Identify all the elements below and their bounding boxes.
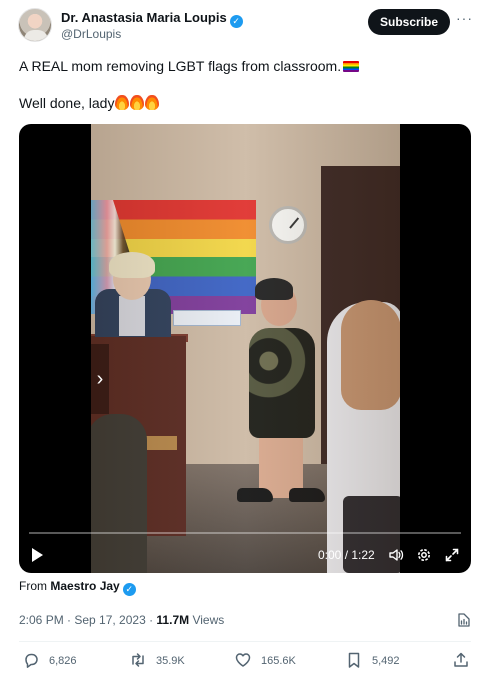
views-count: 11.7M [156, 613, 190, 627]
fire-emoji-icon [145, 95, 160, 110]
post-meta: 2:06 PM · Sep 17, 2023 · 11.7M Views [19, 613, 224, 627]
bookmark-icon [348, 652, 360, 668]
author-name-row[interactable]: Dr. Anastasia Maria Loupis ✓ [61, 10, 243, 28]
video-progress-bar[interactable] [29, 532, 461, 534]
post-text-line-1: A REAL mom removing LGBT flags from clas… [19, 58, 360, 74]
repost-count: 35.9K [156, 655, 185, 667]
more-options-icon[interactable]: ··· [456, 10, 473, 26]
post-text-line-2: Well done, lady [19, 95, 160, 111]
post-text: Well done, lady [19, 95, 115, 111]
author-name[interactable]: Dr. Anastasia Maria Loupis [61, 10, 227, 25]
repost-icon [132, 653, 144, 667]
post-datetime[interactable]: 2:06 PM · Sep 17, 2023 · [19, 613, 156, 627]
views-label: Views [189, 613, 225, 627]
fire-emoji-icon [130, 95, 145, 110]
like-count: 165.6K [261, 655, 296, 667]
chevron-right-icon[interactable]: › [91, 344, 109, 414]
avatar[interactable] [18, 8, 52, 42]
video-frame[interactable] [91, 124, 400, 573]
author-handle[interactable]: @DrLoupis [61, 27, 121, 41]
fire-emoji-icon [115, 95, 130, 110]
post-text: A REAL mom removing LGBT flags from clas… [19, 58, 342, 74]
reply-count: 6,826 [49, 655, 77, 667]
analytics-icon[interactable] [457, 612, 471, 628]
rainbow-flag-emoji-icon [343, 61, 360, 72]
video-player[interactable]: › 0:00 / 1:22 [19, 124, 471, 573]
verified-badge-icon: ✓ [122, 583, 136, 596]
avatar-figure [24, 30, 48, 41]
volume-icon[interactable] [388, 547, 404, 563]
subscribe-button[interactable]: Subscribe [368, 9, 450, 35]
post-header: Dr. Anastasia Maria Loupis ✓ @DrLoupis Su… [0, 0, 495, 48]
attribution-name[interactable]: Maestro Jay [50, 579, 119, 593]
video-attribution: From Maestro Jay ✓ [19, 579, 136, 596]
video-time: 0:00 / 1:22 [318, 548, 375, 562]
verified-badge-icon: ✓ [229, 15, 243, 28]
bookmark-count: 5,492 [372, 655, 400, 667]
fullscreen-icon[interactable] [444, 547, 460, 563]
divider [19, 641, 471, 642]
share-icon [454, 652, 468, 667]
reply-icon [25, 653, 38, 668]
play-icon[interactable] [32, 548, 43, 562]
settings-icon[interactable] [416, 547, 432, 563]
video-controls: 0:00 / 1:22 [19, 540, 471, 572]
lighting-overlay [91, 124, 400, 573]
heart-icon [235, 653, 251, 667]
attribution-prefix: From [19, 579, 47, 593]
